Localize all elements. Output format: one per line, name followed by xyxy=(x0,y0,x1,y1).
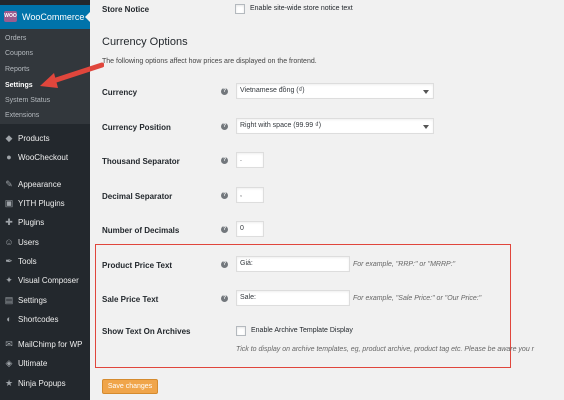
help-icon: ? xyxy=(221,123,228,130)
currency-options-title: Currency Options xyxy=(102,36,188,48)
currency-select-value: Vietnamese đồng (₫) xyxy=(240,87,305,94)
number-of-decimals-label: Number of Decimals xyxy=(102,226,180,235)
sidebar-item-label: Settings xyxy=(18,296,47,305)
store-notice-checkbox[interactable] xyxy=(235,4,245,14)
number-of-decimals-input[interactable]: 0 xyxy=(236,221,264,237)
sidebar-item-label: Ninja Popups xyxy=(18,379,66,388)
store-notice-label: Store Notice xyxy=(102,5,150,14)
sidebar-item-label: Appearance xyxy=(18,180,62,189)
plugins-icon: ✚ xyxy=(5,217,13,227)
sidebar-item-yith-plugins[interactable]: ▣ YITH Plugins xyxy=(0,195,90,213)
sidebar-item-tools[interactable]: ✒ Tools xyxy=(0,253,90,271)
sidebar-item-label: YITH Plugins xyxy=(18,199,65,208)
sidebar-item-label: Tools xyxy=(18,257,37,266)
decimal-separator-input[interactable]: , xyxy=(236,187,264,203)
currency-position-select-value: Right with space (99.99 ₫) xyxy=(240,122,322,129)
currency-select[interactable]: Vietnamese đồng (₫) xyxy=(236,83,434,99)
woocheckout-icon: ● xyxy=(6,152,12,162)
save-changes-button[interactable]: Save changes xyxy=(102,379,158,394)
mailchimp-icon: ✉ xyxy=(5,339,13,349)
sidebar-item-label: Shortcodes xyxy=(18,315,59,324)
product-price-text-input[interactable]: Giá: xyxy=(236,256,350,272)
yith-icon: ▣ xyxy=(4,198,14,208)
appearance-icon: ✎ xyxy=(5,179,13,189)
show-text-on-archives-label: Show Text On Archives xyxy=(102,327,191,336)
ninja-popups-icon: ★ xyxy=(4,378,14,388)
sidebar-item-label: Products xyxy=(18,134,50,143)
currency-position-select[interactable]: Right with space (99.99 ₫) xyxy=(236,118,434,134)
annotation-arrow xyxy=(40,62,104,88)
sidebar-item-label: Users xyxy=(18,238,39,247)
sidebar-item-label: WooCheckout xyxy=(18,153,69,162)
woocommerce-icon: WOO xyxy=(4,11,17,22)
sidebar-item-label: MailChimp for WP xyxy=(18,340,83,349)
visual-composer-icon: ✦ xyxy=(5,275,13,285)
sidebar-item-plugins[interactable]: ✚ Plugins xyxy=(0,214,90,232)
show-text-on-archives-checkbox-label: Enable Archive Template Display xyxy=(251,327,353,334)
sidebar-item-shortcodes[interactable]: ◐ Shortcodes xyxy=(0,311,90,329)
settings-icon: ▤ xyxy=(4,295,14,305)
help-icon: ? xyxy=(221,157,228,164)
help-icon: ? xyxy=(221,88,228,95)
sidebar-item-settings[interactable]: ▤ Settings xyxy=(0,292,90,310)
sidebar-item-visual-composer[interactable]: ✦ Visual Composer xyxy=(0,272,90,290)
sale-price-text-input[interactable]: Sale: xyxy=(236,290,350,306)
currency-options-description: The following options affect how prices … xyxy=(102,58,317,65)
tools-icon: ✒ xyxy=(5,256,13,266)
submenu-item-orders[interactable]: Orders xyxy=(5,35,26,42)
sidebar-item-woocommerce[interactable]: WOO WooCommerce xyxy=(0,5,90,29)
help-icon: ? xyxy=(221,261,228,268)
show-text-on-archives-checkbox[interactable] xyxy=(236,326,246,336)
sidebar-item-label: WooCommerce xyxy=(22,12,85,22)
sidebar-item-products[interactable]: ◆ Products xyxy=(0,130,90,148)
users-icon: ☺ xyxy=(4,237,14,247)
product-price-text-label: Product Price Text xyxy=(102,261,173,270)
help-icon: ? xyxy=(221,192,228,199)
shortcodes-icon: ◐ xyxy=(6,314,12,324)
submenu-item-reports[interactable]: Reports xyxy=(5,66,30,73)
sale-price-text-label: Sale Price Text xyxy=(102,295,159,304)
product-price-text-hint: For example, "RRP:" or "MRRP:" xyxy=(353,261,456,268)
submenu-item-settings[interactable]: Settings xyxy=(5,82,33,89)
help-icon: ? xyxy=(221,226,228,233)
sidebar-item-ninja-popups[interactable]: ★ Ninja Popups xyxy=(0,375,90,393)
thousand-separator-input[interactable]: . xyxy=(236,152,264,168)
sidebar-item-label: Visual Composer xyxy=(18,276,79,285)
submenu-item-system-status[interactable]: System Status xyxy=(5,97,50,104)
chevron-down-icon xyxy=(423,125,429,129)
sidebar-item-ultimate[interactable]: ◈ Ultimate xyxy=(0,355,90,373)
sidebar-item-label: Plugins xyxy=(18,218,45,227)
sidebar-item-users[interactable]: ☺ Users xyxy=(0,234,90,252)
sidebar-item-label: Ultimate xyxy=(18,359,48,368)
currency-label: Currency xyxy=(102,88,138,97)
submenu-item-coupons[interactable]: Coupons xyxy=(5,50,33,57)
sidebar-item-mailchimp[interactable]: ✉ MailChimp for WP xyxy=(0,336,90,354)
help-icon: ? xyxy=(221,295,228,302)
thousand-separator-label: Thousand Separator xyxy=(102,157,180,166)
store-notice-checkbox-label: Enable site-wide store notice text xyxy=(250,5,353,12)
decimal-separator-label: Decimal Separator xyxy=(102,192,173,201)
sidebar-item-woocheckout[interactable]: ● WooCheckout xyxy=(0,149,90,167)
admin-sidebar: WOO WooCommerce Orders Coupons Reports S… xyxy=(0,0,90,400)
currency-position-label: Currency Position xyxy=(102,123,171,132)
sale-price-text-hint: For example, "Sale Price:" or "Our Price… xyxy=(353,295,482,302)
chevron-down-icon xyxy=(423,90,429,94)
sidebar-item-appearance[interactable]: ✎ Appearance xyxy=(0,176,90,194)
ultimate-icon: ◈ xyxy=(5,358,13,368)
show-text-on-archives-hint: Tick to display on archive templates, eg… xyxy=(236,346,534,353)
settings-main: Store Notice Enable site-wide store noti… xyxy=(90,0,564,400)
products-icon: ◆ xyxy=(5,133,13,143)
submenu-item-extensions[interactable]: Extensions xyxy=(5,112,39,119)
